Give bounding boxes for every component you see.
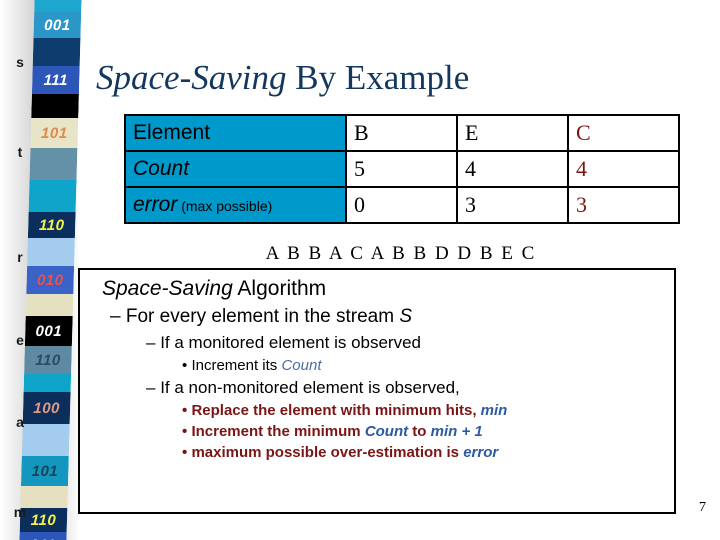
table-row-label-main: error (133, 193, 178, 216)
page-title: Space-Saving By Example (96, 57, 656, 99)
bullet-replace-element-text: Replace the element with minimum hits, (191, 402, 481, 419)
binary-bit-block: 101 (30, 118, 79, 148)
binary-bit-block (34, 0, 82, 12)
table-cell: 3 (567, 186, 680, 224)
left-decoration: 001111101110010001110100101110011 stream (0, 0, 82, 540)
bullet-glyph-icon: • (182, 423, 188, 440)
binary-bit-block: 011 (19, 532, 67, 540)
stream-variable-s: S (399, 306, 413, 327)
bullet-increment-count: • Increment its Count (182, 355, 674, 376)
table-cell: E (456, 114, 569, 152)
table-cell: B (345, 114, 458, 152)
bullet-glyph-icon: • (182, 444, 188, 461)
dash-glyph-icon: – (110, 306, 121, 327)
error-variable: error (463, 444, 499, 461)
min-plus-one-variable: min + 1 (430, 423, 483, 440)
slide-canvas: 001111101110010001110100101110011 stream… (0, 0, 720, 540)
bullet-for-every-element-text: For every element in the stream (125, 306, 400, 327)
algorithm-heading-italic: Space-Saving (102, 277, 233, 300)
edge-letter: s (16, 54, 24, 70)
bullet-if-monitored-text: If a monitored element is observed (160, 333, 422, 352)
dash-glyph-icon: – (146, 333, 156, 352)
bullet-glyph-icon: • (182, 357, 188, 374)
table-row-label: error (max possible) (124, 186, 347, 224)
counters-table-body: Element B E C Count 5 4 4 error (max possible) 0 3… (124, 114, 680, 224)
table-row-label-main: Element (133, 121, 211, 144)
edge-letter: e (16, 332, 24, 348)
table-row-label-main: Count (133, 157, 190, 180)
bullet-glyph-icon: • (182, 402, 188, 419)
page-title-rest: By Example (286, 58, 470, 97)
algorithm-content-box: Space-Saving Algorithm – For every eleme… (78, 268, 676, 514)
binary-bit-block (27, 238, 75, 266)
binary-bit-block: 010 (26, 266, 75, 294)
table-row-label: Count (124, 150, 347, 188)
binary-bit-block (32, 38, 81, 66)
bullet-max-over-estimation: • maximum possible over-estimation is er… (182, 442, 674, 463)
table-row-label-suffix: (max possible) (177, 198, 273, 214)
counters-table: Element B E C Count 5 4 4 error (max possible) 0 3… (124, 114, 680, 224)
binary-bit-block (25, 294, 74, 316)
binary-bit-block: 101 (20, 456, 69, 486)
dash-glyph-icon: – (146, 378, 156, 397)
edge-letter: m (13, 504, 27, 520)
bullet-if-non-monitored-text: If a non-monitored element is observed, (160, 378, 460, 397)
bullet-max-over-estimation-text: maximum possible over-estimation is (191, 444, 464, 461)
binary-bit-block: 001 (24, 316, 73, 346)
count-variable: Count (364, 423, 409, 440)
count-variable: Count (281, 357, 322, 374)
binary-bit-block: 111 (31, 66, 80, 94)
table-row-label: Element (124, 114, 347, 152)
table-cell: 4 (567, 150, 680, 188)
bullet-increment-count-text: Increment its (191, 357, 282, 374)
algorithm-heading: Space-Saving Algorithm (102, 276, 674, 302)
table-row: error (max possible) 0 3 3 (124, 186, 680, 224)
binary-bit-block (29, 148, 78, 180)
algorithm-heading-rest: Algorithm (232, 277, 327, 300)
edge-letter: t (17, 144, 23, 160)
bullet-if-monitored: – If a monitored element is observed (146, 331, 674, 354)
edge-letter: a (16, 414, 24, 430)
binary-bit-block: 001 (33, 12, 82, 38)
binary-bit-block (28, 180, 77, 212)
table-cell: 3 (456, 186, 569, 224)
bullet-replace-element: • Replace the element with minimum hits,… (182, 400, 674, 421)
stream-sequence: A B B A C A B B D D B E C (265, 243, 537, 264)
binary-bit-block (23, 374, 72, 392)
table-row: Count 5 4 4 (124, 150, 680, 188)
bullet-increment-minimum-count-mid: to (408, 423, 431, 440)
bullet-increment-minimum-count: • Increment the minimum Count to min + 1 (182, 421, 674, 442)
table-row: Element B E C (124, 114, 680, 152)
bullet-for-every-element: – For every element in the stream S (110, 304, 674, 329)
page-title-italic: Space-Saving (96, 58, 287, 97)
table-cell: 0 (345, 186, 458, 224)
bullet-increment-minimum-count-text: Increment the minimum (191, 423, 365, 440)
table-cell: 4 (456, 150, 569, 188)
table-cell: C (567, 114, 680, 152)
binary-bit-block: 110 (24, 346, 72, 374)
bullet-if-non-monitored: – If a non-monitored element is observed… (146, 376, 674, 399)
binary-bit-block (31, 94, 79, 118)
table-cell: 5 (345, 150, 458, 188)
min-variable: min (480, 402, 508, 419)
binary-bit-block: 110 (27, 212, 76, 238)
edge-letter: r (17, 249, 23, 265)
page-number: 7 (699, 500, 706, 515)
